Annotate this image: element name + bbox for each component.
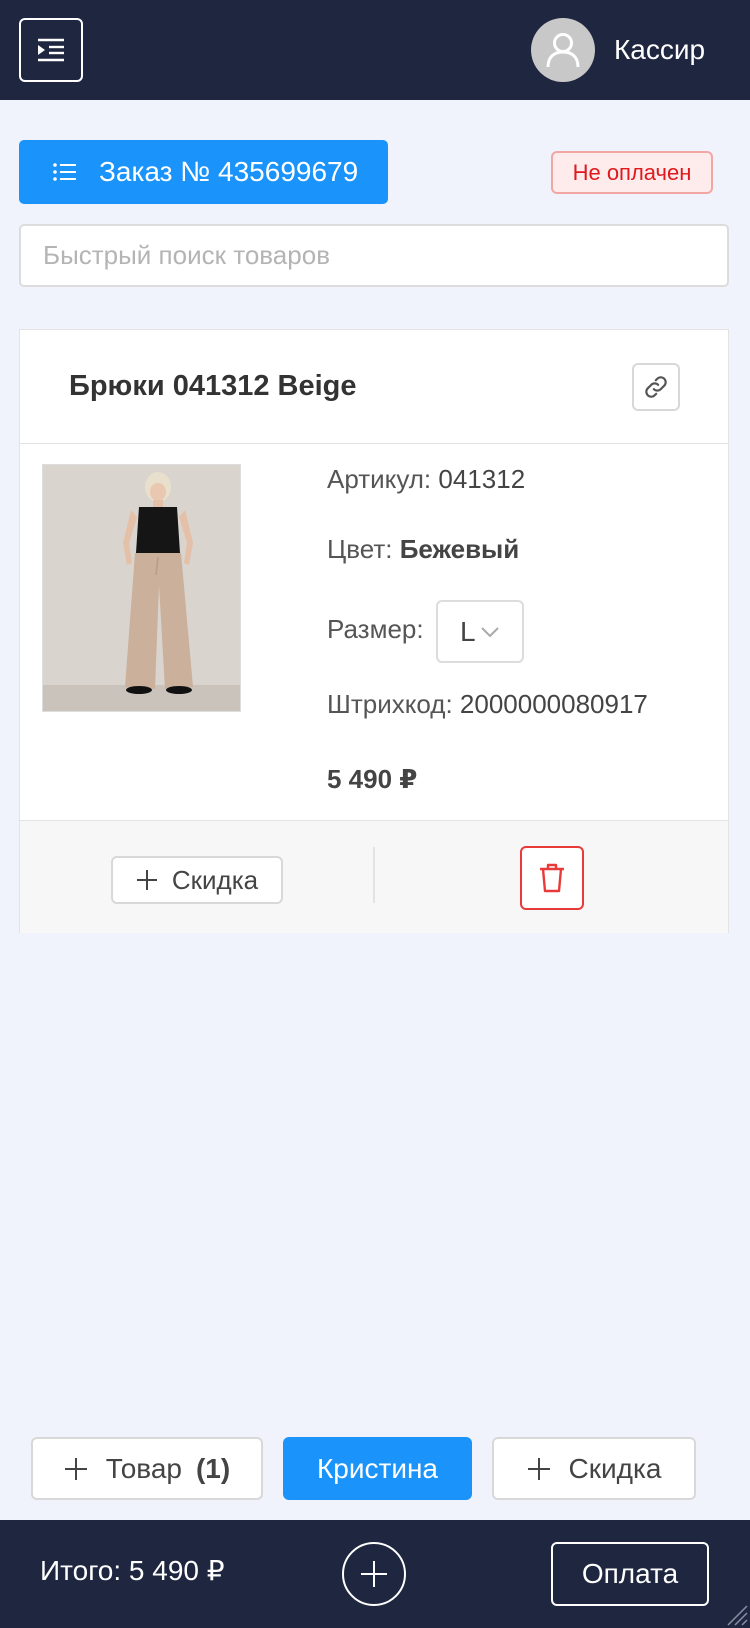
menu-indent-icon	[36, 37, 66, 63]
size-row: Размер: L	[327, 600, 524, 663]
product-title: Брюки 041312 Beige	[69, 370, 357, 402]
plus-icon	[527, 1457, 551, 1481]
delete-item-button[interactable]	[520, 846, 584, 910]
barcode-value: 2000000080917	[459, 689, 648, 719]
product-count: (1)	[195, 1452, 231, 1484]
checkout-footer: Итого: 5 490 ₽ Оплата	[0, 1520, 750, 1628]
product-card-footer: Скидка	[20, 820, 728, 933]
resize-handle-icon[interactable]	[724, 1602, 748, 1626]
pay-button[interactable]: Оплата	[551, 1542, 709, 1606]
product-price: 5 490 ₽	[327, 764, 418, 794]
plus-icon	[64, 1457, 88, 1481]
avatar[interactable]	[531, 18, 595, 82]
product-image[interactable]	[42, 464, 241, 712]
payment-status-badge: Не оплачен	[551, 151, 713, 194]
user-name: Кассир	[614, 34, 706, 65]
order-number-button[interactable]: Заказ № 435699679	[19, 140, 388, 204]
size-value: L	[460, 615, 476, 647]
plus-icon	[359, 1559, 389, 1589]
article-label: Артикул:	[327, 464, 432, 494]
chevron-down-icon	[480, 625, 500, 639]
product-search-input[interactable]	[19, 224, 729, 287]
link-icon	[643, 374, 669, 400]
list-icon	[53, 162, 77, 182]
user-icon	[546, 32, 580, 68]
size-select[interactable]: L	[436, 600, 524, 663]
barcode-row: Штрихкод: 2000000080917	[327, 689, 648, 720]
menu-button[interactable]	[19, 18, 83, 82]
item-discount-button[interactable]: Скидка	[111, 856, 283, 904]
trash-icon	[539, 863, 565, 893]
add-order-discount-label: Скидка	[568, 1452, 662, 1484]
size-label: Размер:	[327, 614, 424, 644]
color-label: Цвет:	[327, 534, 393, 564]
add-product-label: Товар	[105, 1452, 182, 1484]
add-product-button[interactable]: Товар (1)	[31, 1437, 263, 1500]
plus-icon	[136, 869, 158, 891]
product-link-button[interactable]	[632, 363, 680, 411]
item-discount-label: Скидка	[171, 864, 259, 895]
article-row: Артикул: 041312	[327, 464, 525, 495]
divider	[373, 847, 375, 903]
add-order-discount-button[interactable]: Скидка	[492, 1437, 696, 1500]
add-order-button[interactable]	[342, 1542, 406, 1606]
article-value: 041312	[438, 464, 526, 494]
app-header: Кассир	[0, 0, 750, 100]
barcode-label: Штрихкод:	[327, 689, 453, 719]
color-row: Цвет: Бежевый	[327, 534, 519, 565]
color-value: Бежевый	[399, 534, 520, 564]
seller-label: Кристина	[316, 1452, 439, 1484]
order-number-label: Заказ № 435699679	[99, 156, 359, 187]
seller-button[interactable]: Кристина	[283, 1437, 472, 1500]
product-card: Брюки 041312 Beige Артикул: 041312 Цвет:…	[19, 329, 729, 933]
order-total: Итого: 5 490 ₽	[40, 1555, 225, 1586]
product-card-header: Брюки 041312 Beige	[20, 330, 728, 444]
